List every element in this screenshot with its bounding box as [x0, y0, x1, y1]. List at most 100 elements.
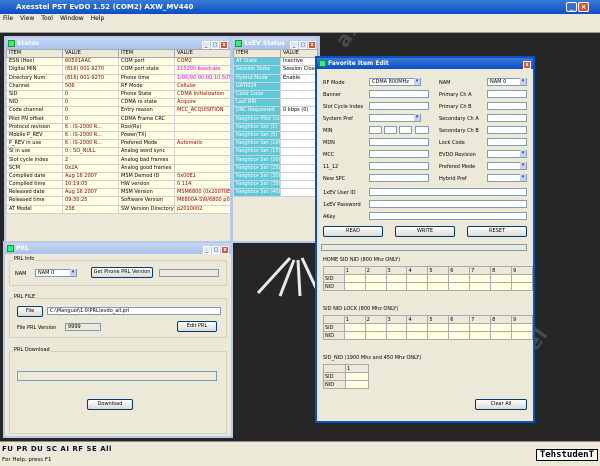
menu-help[interactable]: Help	[91, 15, 105, 22]
col-header[interactable]: VALUE	[62, 48, 119, 59]
field-input[interactable]	[369, 150, 429, 158]
maximize-icon[interactable]: □	[299, 41, 307, 49]
table-cell[interactable]	[385, 331, 408, 340]
pref-select[interactable]	[487, 174, 527, 182]
field-input[interactable]	[369, 162, 429, 170]
field-input[interactable]	[487, 138, 527, 146]
ev-field-input[interactable]	[369, 212, 527, 220]
table-cell[interactable]	[406, 323, 429, 332]
min-field[interactable]	[415, 126, 429, 134]
table-cell[interactable]	[469, 274, 492, 283]
maximize-icon[interactable]: □	[211, 41, 219, 49]
get-prl-version-button[interactable]: Get Phone PRL Version	[91, 267, 153, 278]
table-cell[interactable]	[345, 380, 369, 389]
col-header[interactable]: VALUE	[280, 48, 318, 59]
field-input[interactable]	[369, 174, 429, 182]
reset-button[interactable]: RESET	[467, 226, 527, 237]
field-input[interactable]	[369, 138, 429, 146]
col-header[interactable]: VALUE	[174, 48, 230, 59]
table-cell[interactable]	[510, 282, 533, 291]
menu-file[interactable]: File	[3, 15, 13, 22]
col-header[interactable]: ITEM	[118, 48, 175, 59]
status-window-title[interactable]: Status _ □ x	[6, 38, 230, 49]
table-cell[interactable]	[364, 282, 387, 291]
field-input[interactable]	[487, 90, 527, 98]
minimize-button[interactable]: _	[566, 2, 577, 12]
write-button[interactable]: WRITE	[395, 226, 455, 237]
close-button[interactable]: ×	[578, 2, 589, 12]
prl-window-title[interactable]: PRL _ □ x	[5, 243, 231, 254]
table-cell[interactable]	[364, 331, 387, 340]
col-header[interactable]: ITEM	[6, 48, 63, 59]
table-cell[interactable]	[469, 323, 492, 332]
menu-window[interactable]: Window	[60, 15, 84, 22]
table-cell[interactable]	[427, 331, 450, 340]
minimize-icon[interactable]: _	[290, 41, 298, 49]
col-header[interactable]: ITEM	[233, 48, 282, 59]
close-icon[interactable]: x	[221, 246, 229, 254]
nam-select[interactable]: NAM 0	[35, 269, 77, 277]
table-cell[interactable]	[343, 274, 366, 283]
menu-view[interactable]: View	[20, 15, 34, 22]
evdo-window-title[interactable]: 1xEV Status _ □ x	[233, 38, 318, 49]
system-pref-select[interactable]	[369, 114, 421, 122]
table-cell[interactable]	[469, 282, 492, 291]
table-cell[interactable]	[345, 372, 369, 381]
table-cell[interactable]	[510, 274, 533, 283]
table-cell[interactable]	[448, 331, 471, 340]
table-cell[interactable]	[448, 323, 471, 332]
table-cell[interactable]	[427, 323, 450, 332]
min-field[interactable]	[384, 126, 397, 134]
file-browse-button[interactable]: File	[17, 306, 43, 317]
table-cell[interactable]	[385, 282, 408, 291]
favorite-window-title[interactable]: Favorite Item Edit x	[317, 58, 533, 69]
table-cell[interactable]	[510, 331, 533, 340]
table-cell[interactable]	[406, 274, 429, 283]
table-cell[interactable]	[510, 323, 533, 332]
table-cell[interactable]	[448, 282, 471, 291]
table-cell[interactable]	[343, 331, 366, 340]
table-cell[interactable]	[364, 274, 387, 283]
min-field[interactable]	[369, 126, 382, 134]
field-input[interactable]	[487, 102, 527, 110]
close-icon[interactable]: x	[308, 41, 316, 49]
field-input[interactable]	[487, 114, 527, 122]
table-cell[interactable]	[406, 331, 429, 340]
table-cell[interactable]	[490, 282, 512, 291]
table-cell[interactable]	[343, 323, 366, 332]
field-input[interactable]	[369, 102, 429, 110]
menu-tool[interactable]: Tool	[41, 15, 53, 22]
pref-select[interactable]	[487, 162, 527, 170]
rf-mode-select[interactable]: CDMA 800MHz	[369, 78, 421, 86]
maximize-icon[interactable]: □	[212, 246, 220, 254]
view-tabs[interactable]: FU PR DU SC AI RF SE All	[2, 445, 112, 453]
table-cell[interactable]	[490, 331, 512, 340]
close-icon[interactable]: x	[220, 41, 228, 49]
ev-field-input[interactable]	[369, 188, 527, 196]
table-cell[interactable]	[448, 274, 471, 283]
pref-select[interactable]	[487, 150, 527, 158]
nam-select[interactable]: NAM 0	[487, 78, 527, 86]
table-cell[interactable]	[385, 323, 408, 332]
table-cell[interactable]	[490, 274, 512, 283]
table-cell[interactable]	[427, 282, 450, 291]
table-cell[interactable]	[469, 331, 492, 340]
read-button[interactable]: READ	[323, 226, 383, 237]
table-cell[interactable]	[406, 282, 429, 291]
prl-file-path-input[interactable]: C:\Manguol\1.0\PRL\evdo_all.prl	[47, 307, 221, 315]
field-input[interactable]	[487, 126, 527, 134]
download-button[interactable]: Download	[87, 399, 133, 410]
close-icon[interactable]: x	[523, 61, 531, 69]
clear-all-button[interactable]: Clear All	[475, 399, 527, 410]
edit-prl-button[interactable]: Edit PRL	[177, 321, 217, 332]
table-cell[interactable]	[343, 282, 366, 291]
min-field[interactable]	[399, 126, 412, 134]
ev-field-input[interactable]	[369, 200, 527, 208]
table-cell[interactable]	[364, 323, 387, 332]
table-cell[interactable]	[427, 274, 450, 283]
minimize-icon[interactable]: _	[203, 246, 211, 254]
table-cell[interactable]	[385, 274, 408, 283]
field-input[interactable]	[369, 90, 429, 98]
table-cell[interactable]	[490, 323, 512, 332]
minimize-icon[interactable]: _	[202, 41, 210, 49]
